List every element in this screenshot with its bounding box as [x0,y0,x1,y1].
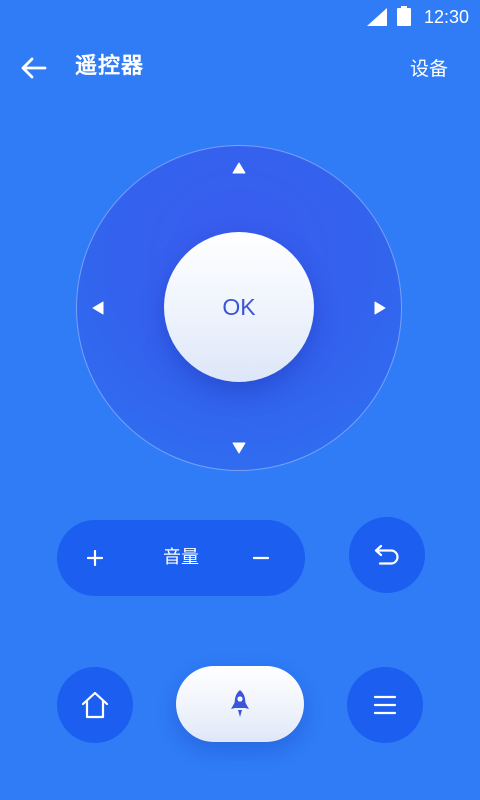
menu-button[interactable] [347,667,423,743]
status-time: 12:30 [424,7,470,27]
arrow-left-icon [21,57,47,79]
dpad: OK [76,145,402,471]
volume-control: 音量 [57,520,305,596]
page-title: 遥控器 [75,54,145,79]
home-icon [81,691,109,719]
battery-icon [397,6,411,26]
boost-button[interactable] [176,666,304,742]
ok-button[interactable]: OK [164,232,314,382]
return-icon [374,544,399,565]
triangle-right-icon [374,301,386,315]
dpad-down-button[interactable] [219,428,259,468]
minus-icon [253,556,269,560]
home-button[interactable] [57,667,133,743]
return-button[interactable] [349,517,425,593]
triangle-left-icon [92,301,104,315]
app-bar: 遥控器 设备 [0,40,480,96]
device-button[interactable]: 设备 [410,55,448,83]
ok-label: OK [222,293,256,320]
volume-down-button[interactable] [241,538,281,578]
signal-icon [367,8,387,26]
triangle-up-icon [232,162,246,174]
dpad-right-button[interactable] [360,288,400,328]
rocket-icon [231,690,249,717]
back-button[interactable] [16,50,52,86]
dpad-up-button[interactable] [219,148,259,188]
menu-icon [373,695,397,715]
dpad-left-button[interactable] [78,288,118,328]
triangle-down-icon [232,442,246,454]
status-bar: 12:30 [0,0,480,34]
